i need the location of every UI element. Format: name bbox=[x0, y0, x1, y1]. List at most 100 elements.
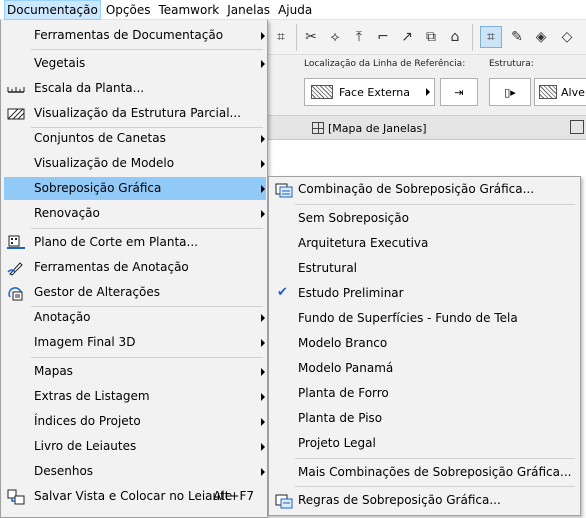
submenu-item-floor-plan[interactable]: Planta de Piso bbox=[272, 407, 578, 430]
submenu-arrow-icon bbox=[261, 393, 265, 401]
tool-icon-1[interactable]: ⌗ bbox=[270, 26, 292, 48]
graphic-overrides-submenu: Combinação de Sobreposição Gráfica... Se… bbox=[268, 176, 581, 516]
menu-item-pen-sets[interactable]: Conjuntos de Canetas bbox=[4, 127, 266, 150]
structure-type-button[interactable]: ▯▸ bbox=[489, 78, 531, 106]
submenu-item-surface-background[interactable]: Fundo de Superfícies - Fundo de Tela bbox=[272, 307, 578, 330]
menu-separator bbox=[295, 458, 575, 459]
menu-item-label: Imagem Final 3D bbox=[34, 335, 136, 349]
selection-tool-icon[interactable]: ⌗ bbox=[480, 26, 502, 48]
checkmark-icon: ✔ bbox=[277, 285, 288, 300]
submenu-item-label: Sem Sobreposição bbox=[298, 211, 409, 225]
menu-item-label: Sobreposição Gráfica bbox=[34, 181, 162, 195]
pen-icon[interactable]: ✎ bbox=[506, 26, 528, 48]
curve-icon[interactable]: ↗ bbox=[396, 26, 418, 48]
menu-item-partial-structure[interactable]: Visualização da Estrutura Parcial... bbox=[4, 102, 266, 125]
submenu-arrow-icon bbox=[261, 160, 265, 168]
menu-item-label: Anotação bbox=[34, 310, 91, 324]
save-view-icon bbox=[7, 488, 25, 505]
roof-icon[interactable]: ⌂ bbox=[444, 26, 466, 48]
info-box: Localização da Linha de Referência: Estr… bbox=[268, 55, 586, 116]
menu-teamwork[interactable]: Teamwork bbox=[155, 0, 222, 20]
flip-reference-button[interactable]: ⇥ bbox=[440, 78, 478, 106]
menu-bar: Documentação Opções Teamwork Janelas Aju… bbox=[0, 0, 586, 20]
menu-item-annotation-tools[interactable]: Ferramentas de Anotação bbox=[4, 256, 266, 279]
toolbar-separator bbox=[296, 24, 297, 51]
submenu-item-executive-architecture[interactable]: Arquitetura Executiva bbox=[272, 232, 578, 255]
submenu-item-white-model[interactable]: Modelo Branco bbox=[272, 332, 578, 355]
menu-item-save-view[interactable]: Salvar Vista e Colocar no Leiaute Alt+F7 bbox=[4, 485, 266, 508]
menu-separator bbox=[295, 204, 575, 205]
submenu-item-label: Estudo Preliminar bbox=[298, 286, 404, 300]
submenu-item-legal-project[interactable]: Projeto Legal bbox=[272, 432, 578, 455]
elevate-icon[interactable]: ⤒ bbox=[348, 26, 370, 48]
submenu-item-label: Regras de Sobreposição Gráfica... bbox=[298, 493, 501, 507]
submenu-item-label: Mais Combinações de Sobreposição Gráfica… bbox=[298, 465, 572, 479]
submenu-arrow-icon bbox=[261, 210, 265, 218]
submenu-item-override-combination[interactable]: Combinação de Sobreposição Gráfica... bbox=[272, 178, 578, 201]
menu-item-documentation-tools[interactable]: Ferramentas de Documentação bbox=[4, 24, 266, 47]
menu-item-model-view[interactable]: Visualização de Modelo bbox=[4, 152, 266, 175]
submenu-arrow-icon bbox=[261, 339, 265, 347]
eraser-icon[interactable]: ◇ bbox=[556, 26, 578, 48]
submenu-item-more-combinations[interactable]: Mais Combinações de Sobreposição Gráfica… bbox=[272, 461, 578, 484]
submenu-arrow-icon bbox=[261, 135, 265, 143]
menu-item-label: Vegetais bbox=[34, 56, 86, 70]
menu-janelas[interactable]: Janelas bbox=[224, 0, 273, 20]
change-manager-icon bbox=[7, 284, 25, 301]
submenu-item-label: Modelo Panamá bbox=[298, 361, 394, 375]
overlay-combination-icon bbox=[275, 181, 293, 198]
structure-dropdown[interactable]: Alve bbox=[534, 78, 586, 106]
split-icon[interactable]: ✂ bbox=[300, 26, 322, 48]
submenu-item-structural[interactable]: Estrutural bbox=[272, 257, 578, 280]
menu-item-project-indexes[interactable]: Índices do Projeto bbox=[4, 410, 266, 433]
submenu-arrow-icon bbox=[261, 368, 265, 376]
corner-icon[interactable]: ⌐ bbox=[372, 26, 394, 48]
menu-item-label: Salvar Vista e Colocar no Leiaute bbox=[34, 489, 233, 503]
submenu-item-label: Projeto Legal bbox=[298, 436, 376, 450]
submenu-item-no-override[interactable]: Sem Sobreposição bbox=[272, 207, 578, 230]
submenu-item-label: Planta de Piso bbox=[298, 411, 383, 425]
toolbar: ⌗ ✂ ⟡ ⤒ ⌐ ↗ ⧉ ⌂ ⌗ ✎ ◈ ◇ bbox=[268, 20, 586, 55]
resize-icon[interactable]: ⧉ bbox=[420, 26, 442, 48]
submenu-item-ceiling-plan[interactable]: Planta de Forro bbox=[272, 382, 578, 405]
menu-item-listing-extras[interactable]: Extras de Listagem bbox=[4, 385, 266, 408]
menu-opcoes[interactable]: Opções bbox=[103, 0, 154, 20]
submenu-item-label: Modelo Branco bbox=[298, 336, 388, 350]
menu-ajuda[interactable]: Ajuda bbox=[275, 0, 315, 20]
grid-icon bbox=[312, 122, 324, 134]
menu-item-plan-scale[interactable]: Escala da Planta... bbox=[4, 77, 266, 100]
menu-item-layout-book[interactable]: Livro de Leiautes bbox=[4, 435, 266, 458]
tab-window-map[interactable]: [Mapa de Janelas] bbox=[312, 119, 427, 137]
menu-item-renovation[interactable]: Renovação bbox=[4, 202, 266, 225]
menu-item-maps[interactable]: Mapas bbox=[4, 360, 266, 383]
submenu-arrow-icon bbox=[261, 185, 265, 193]
menu-item-change-manager[interactable]: Gestor de Alterações bbox=[4, 281, 266, 304]
overlay-icon[interactable]: ◈ bbox=[530, 26, 552, 48]
menu-separator bbox=[31, 357, 263, 358]
submenu-item-panama-model[interactable]: Modelo Panamá bbox=[272, 357, 578, 380]
adjust-icon[interactable]: ⟡ bbox=[324, 26, 346, 48]
reference-line-value: Face Externa bbox=[339, 85, 410, 99]
menu-item-cut-plane[interactable]: Plano de Corte em Planta... bbox=[4, 231, 266, 254]
menu-item-label: Escala da Planta... bbox=[34, 81, 145, 95]
dropdown-arrow-icon bbox=[426, 88, 430, 96]
menu-item-annotation[interactable]: Anotação bbox=[4, 306, 266, 329]
structure-value: Alve bbox=[561, 85, 585, 99]
menu-item-graphic-overrides[interactable]: Sobreposição Gráfica bbox=[4, 177, 266, 200]
submenu-item-override-rules[interactable]: Regras de Sobreposição Gráfica... bbox=[272, 489, 578, 512]
partial-structure-icon bbox=[7, 105, 25, 122]
menu-item-3d-image[interactable]: Imagem Final 3D bbox=[4, 331, 266, 354]
menu-item-label: Gestor de Alterações bbox=[34, 285, 161, 299]
view-icon[interactable] bbox=[570, 120, 584, 134]
menu-item-drawings[interactable]: Desenhos bbox=[4, 460, 266, 483]
menu-item-vegetation[interactable]: Vegetais bbox=[4, 52, 266, 75]
reference-line-label: Localização da Linha de Referência: bbox=[304, 59, 466, 69]
reference-line-dropdown[interactable]: Face Externa bbox=[304, 78, 435, 106]
shortcut-label: Alt+F7 bbox=[213, 489, 254, 503]
submenu-arrow-icon bbox=[261, 443, 265, 451]
overlay-rules-icon bbox=[275, 492, 293, 509]
submenu-item-preliminary-study[interactable]: ✔ Estudo Preliminar bbox=[272, 282, 578, 305]
menu-separator bbox=[295, 486, 575, 487]
submenu-item-label: Planta de Forro bbox=[298, 386, 389, 400]
menu-documentacao[interactable]: Documentação bbox=[4, 0, 101, 20]
